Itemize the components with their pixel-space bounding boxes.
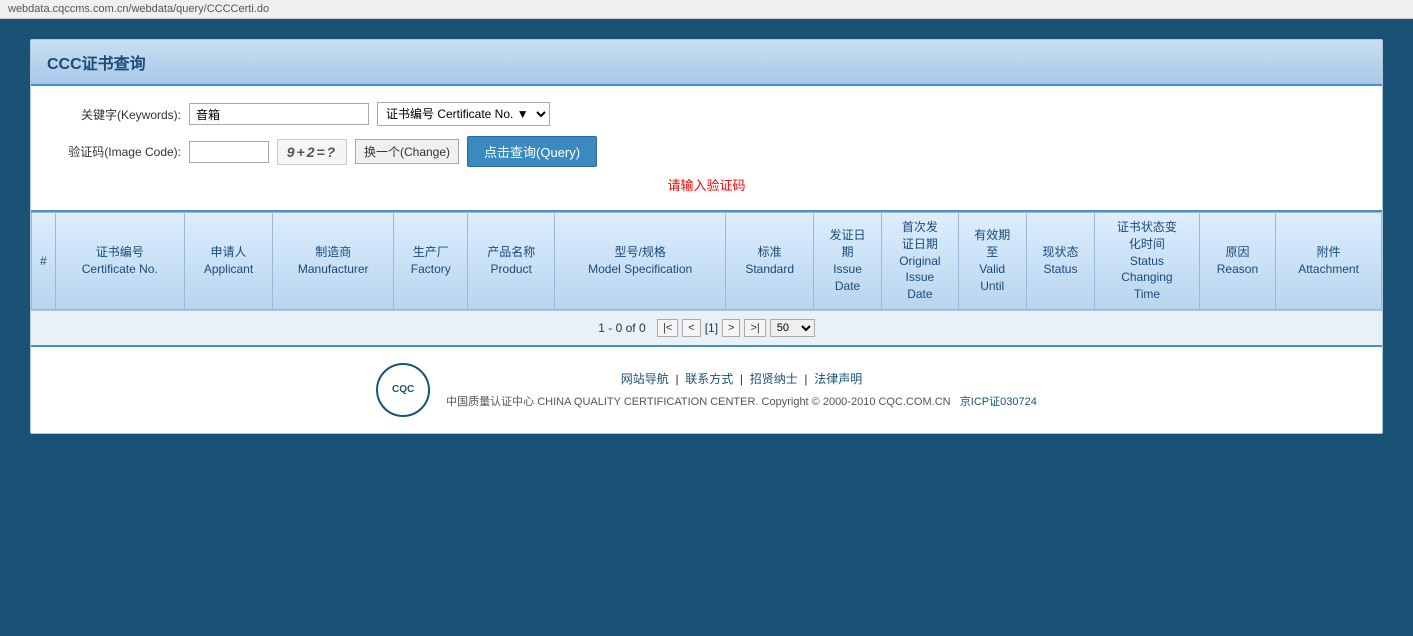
change-captcha-button[interactable]: 换一个(Change): [355, 139, 459, 164]
keyword-input[interactable]: [189, 103, 369, 125]
col-cert-no: 证书编号Certificate No.: [55, 213, 184, 310]
card-header: CCC证书查询: [31, 40, 1382, 86]
col-status: 现状态Status: [1026, 213, 1094, 310]
captcha-label: 验证码(Image Code):: [51, 143, 181, 160]
browser-url: webdata.cqccms.com.cn/webdata/query/CCCC…: [8, 3, 269, 15]
footer-links: 网站导航 | 联系方式 | 招贤纳士 | 法律声明: [446, 370, 1037, 387]
pagination-row: 1 - 0 of 0 |< < [1] > >| 10 25 50 100: [31, 310, 1382, 345]
pagination-info: 1 - 0 of 0: [598, 321, 645, 335]
col-manufacturer: 制造商Manufacturer: [273, 213, 394, 310]
footer-link-recruit[interactable]: 招贤纳士: [750, 372, 798, 386]
last-page-button[interactable]: >|: [744, 319, 765, 337]
results-table: # 证书编号Certificate No. 申请人Applicant 制造商Ma…: [31, 212, 1382, 310]
main-card: CCC证书查询 关键字(Keywords): 证书编号 Certificate …: [30, 39, 1383, 434]
captcha-row: 验证码(Image Code): 9+2=? 换一个(Change) 点击查询(…: [51, 136, 1362, 167]
search-area: 关键字(Keywords): 证书编号 Certificate No. ▼ 验证…: [31, 86, 1382, 210]
current-page: [1]: [705, 321, 718, 335]
col-issue-date: 发证日期IssueDate: [813, 213, 881, 310]
footer-area: CQC 网站导航 | 联系方式 | 招贤纳士 | 法律声明 中国质量认证中心 C…: [31, 345, 1382, 433]
col-valid-until: 有效期至ValidUntil: [958, 213, 1026, 310]
first-page-button[interactable]: |<: [657, 319, 678, 337]
table-header-row: # 证书编号Certificate No. 申请人Applicant 制造商Ma…: [32, 213, 1382, 310]
main-container: CCC证书查询 关键字(Keywords): 证书编号 Certificate …: [0, 19, 1413, 619]
per-page-select[interactable]: 10 25 50 100: [770, 319, 815, 337]
icp-link[interactable]: 京ICP证030724: [960, 396, 1037, 408]
col-attachment: 附件Attachment: [1276, 213, 1382, 310]
cqc-logo: CQC: [376, 363, 430, 417]
query-button[interactable]: 点击查询(Query): [467, 136, 597, 167]
footer-content: 网站导航 | 联系方式 | 招贤纳士 | 法律声明 中国质量认证中心 CHINA…: [446, 370, 1037, 409]
col-num: #: [32, 213, 56, 310]
prev-page-button[interactable]: <: [682, 319, 700, 337]
col-model: 型号/规格Model Specification: [554, 213, 725, 310]
footer-link-contact[interactable]: 联系方式: [685, 372, 733, 386]
footer-link-legal[interactable]: 法律声明: [814, 372, 862, 386]
captcha-input[interactable]: [189, 141, 269, 163]
captcha-image: 9+2=?: [277, 139, 347, 165]
next-page-button[interactable]: >: [722, 319, 740, 337]
col-factory: 生产厂Factory: [394, 213, 468, 310]
col-orig-issue: 首次发证日期OriginalIssueDate: [882, 213, 958, 310]
col-applicant: 申请人Applicant: [184, 213, 273, 310]
results-table-wrapper: # 证书编号Certificate No. 申请人Applicant 制造商Ma…: [31, 210, 1382, 310]
browser-bar: webdata.cqccms.com.cn/webdata/query/CCCC…: [0, 0, 1413, 19]
col-standard: 标准Standard: [726, 213, 814, 310]
keyword-row: 关键字(Keywords): 证书编号 Certificate No. ▼: [51, 102, 1362, 126]
table-head: # 证书编号Certificate No. 申请人Applicant 制造商Ma…: [32, 213, 1382, 310]
footer-link-sitemap[interactable]: 网站导航: [621, 372, 669, 386]
col-product: 产品名称Product: [468, 213, 554, 310]
col-reason: 原因Reason: [1199, 213, 1275, 310]
search-type-select[interactable]: 证书编号 Certificate No. ▼: [377, 102, 550, 126]
captcha-error: 请输入验证码: [51, 171, 1362, 202]
keyword-label: 关键字(Keywords):: [51, 106, 181, 123]
col-status-change: 证书状态变化时间StatusChangingTime: [1095, 213, 1200, 310]
footer-copyright: 中国质量认证中心 CHINA QUALITY CERTIFICATION CEN…: [446, 393, 1037, 409]
copyright-text: 中国质量认证中心 CHINA QUALITY CERTIFICATION CEN…: [446, 396, 950, 408]
page-title: CCC证书查询: [47, 56, 146, 73]
